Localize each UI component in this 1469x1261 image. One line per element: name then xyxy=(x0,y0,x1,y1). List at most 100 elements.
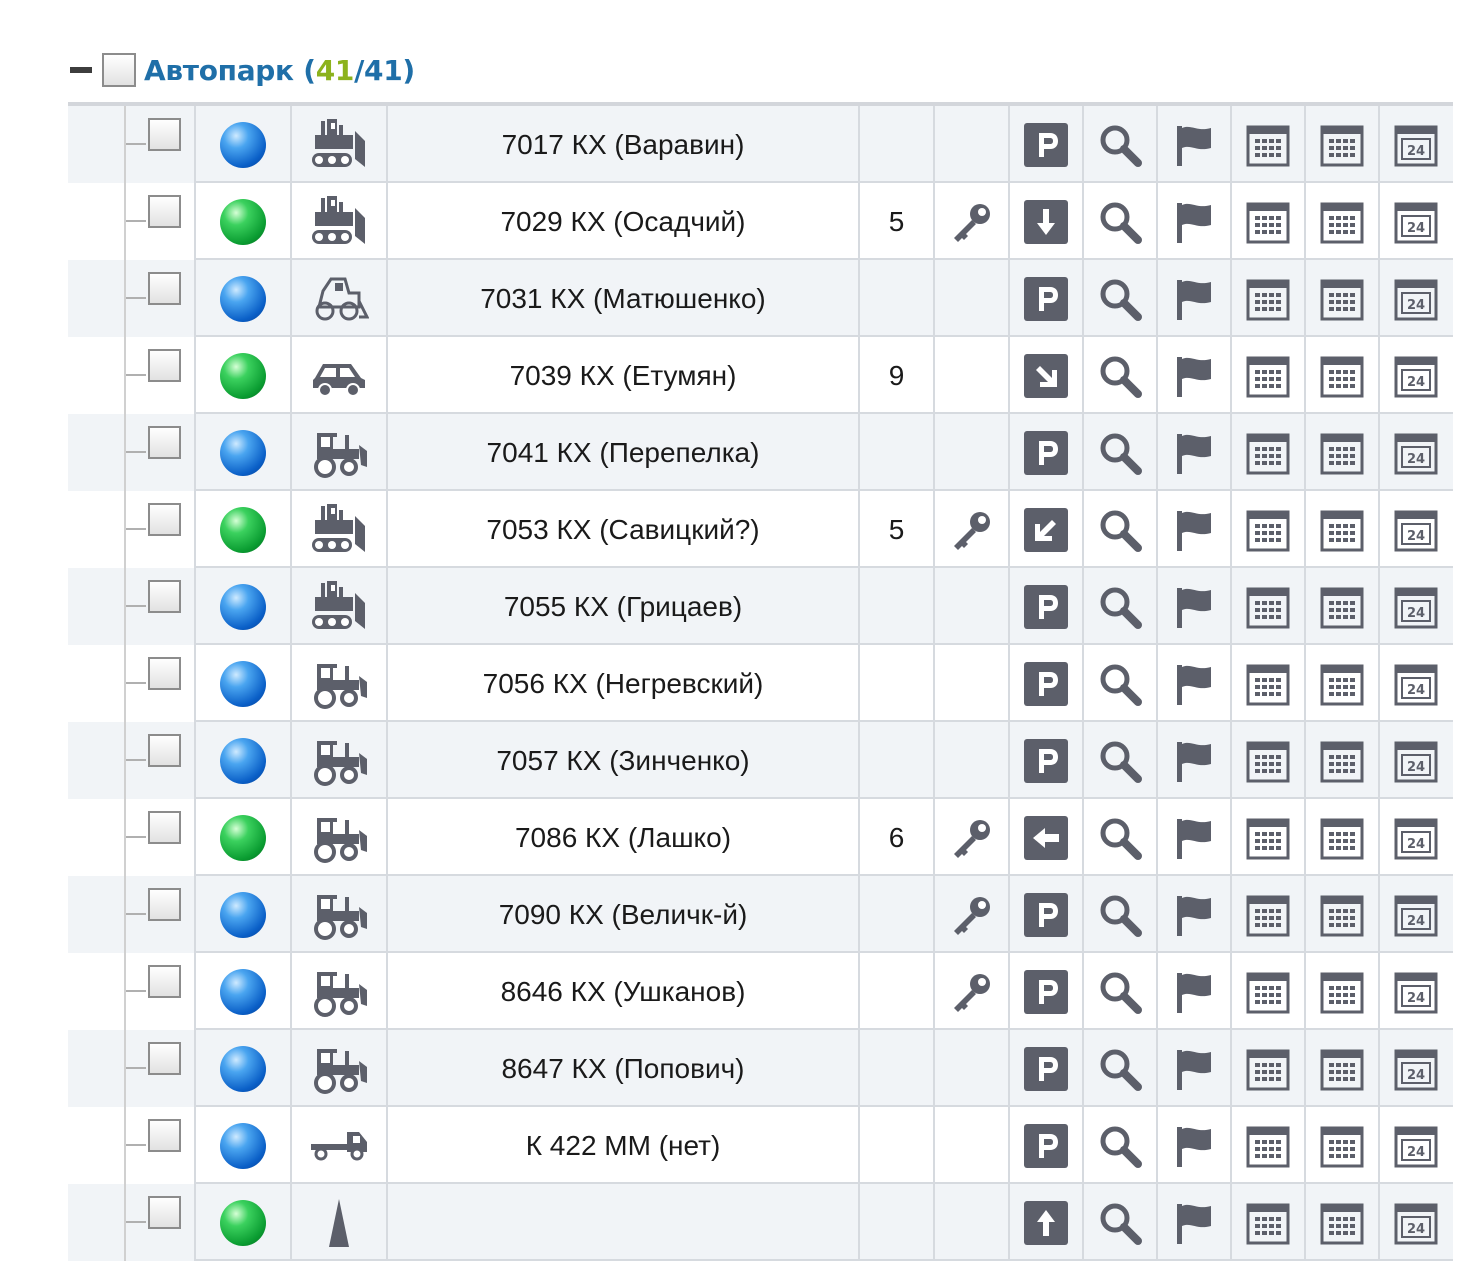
table-row[interactable]: 8647 КХ (Попович) 24 xyxy=(68,1030,1453,1107)
arrow-down-icon[interactable] xyxy=(1024,199,1068,244)
table-row[interactable]: К 422 ММ (нет) 24 xyxy=(68,1107,1453,1184)
table-row[interactable]: 7056 КХ (Негревский) 24 xyxy=(68,645,1453,722)
calendar-grid-icon[interactable] xyxy=(1319,1123,1365,1169)
vehicle-name[interactable]: 7086 КХ (Лашко) xyxy=(386,799,858,876)
vehicle-name[interactable]: 7057 КХ (Зинченко) xyxy=(386,722,858,799)
parking-icon[interactable] xyxy=(1024,122,1068,167)
row-checkbox[interactable] xyxy=(148,657,181,690)
vehicle-name[interactable]: 7055 КХ (Грицаев) xyxy=(386,568,858,645)
search-icon[interactable] xyxy=(1097,276,1143,322)
calendar-24-icon[interactable]: 24 xyxy=(1393,1200,1439,1246)
calendar-grid-icon[interactable] xyxy=(1245,892,1291,938)
flag-icon[interactable] xyxy=(1171,1123,1217,1169)
calendar-24-icon[interactable]: 24 xyxy=(1393,199,1439,245)
calendar-24-icon[interactable]: 24 xyxy=(1393,122,1439,168)
calendar-grid-icon[interactable] xyxy=(1245,122,1291,168)
table-row[interactable]: 8646 КХ (Ушканов) 24 xyxy=(68,953,1453,1030)
table-row[interactable]: 7031 КХ (Матюшенко) 24 xyxy=(68,260,1453,337)
calendar-grid-icon[interactable] xyxy=(1245,1046,1291,1092)
arrow-up-icon[interactable] xyxy=(1024,1200,1068,1245)
calendar-grid-icon[interactable] xyxy=(1319,507,1365,553)
search-icon[interactable] xyxy=(1097,430,1143,476)
vehicle-name[interactable]: 8647 КХ (Попович) xyxy=(386,1030,858,1107)
parking-icon[interactable] xyxy=(1024,738,1068,783)
vehicle-name[interactable]: 7039 КХ (Етумян) xyxy=(386,337,858,414)
vehicle-name[interactable]: 7029 КХ (Осадчий) xyxy=(386,183,858,260)
calendar-grid-icon[interactable] xyxy=(1319,199,1365,245)
table-row[interactable]: 24 xyxy=(68,1184,1453,1261)
table-row[interactable]: 7029 КХ (Осадчий) 5 24 xyxy=(68,183,1453,260)
calendar-grid-icon[interactable] xyxy=(1245,815,1291,861)
calendar-grid-icon[interactable] xyxy=(1319,738,1365,784)
calendar-grid-icon[interactable] xyxy=(1245,507,1291,553)
search-icon[interactable] xyxy=(1097,1046,1143,1092)
search-icon[interactable] xyxy=(1097,199,1143,245)
calendar-24-icon[interactable]: 24 xyxy=(1393,1123,1439,1169)
calendar-grid-icon[interactable] xyxy=(1319,276,1365,322)
calendar-grid-icon[interactable] xyxy=(1319,661,1365,707)
calendar-24-icon[interactable]: 24 xyxy=(1393,584,1439,630)
parking-icon[interactable] xyxy=(1024,584,1068,629)
calendar-grid-icon[interactable] xyxy=(1245,738,1291,784)
table-row[interactable]: 7090 КХ (Величк-й) 24 xyxy=(68,876,1453,953)
calendar-grid-icon[interactable] xyxy=(1245,1123,1291,1169)
calendar-24-icon[interactable]: 24 xyxy=(1393,661,1439,707)
parking-icon[interactable] xyxy=(1024,430,1068,475)
flag-icon[interactable] xyxy=(1171,969,1217,1015)
row-checkbox[interactable] xyxy=(148,195,181,228)
calendar-24-icon[interactable]: 24 xyxy=(1393,353,1439,399)
calendar-24-icon[interactable]: 24 xyxy=(1393,1046,1439,1092)
calendar-grid-icon[interactable] xyxy=(1245,1200,1291,1246)
flag-icon[interactable] xyxy=(1171,738,1217,784)
calendar-grid-icon[interactable] xyxy=(1319,892,1365,938)
search-icon[interactable] xyxy=(1097,661,1143,707)
flag-icon[interactable] xyxy=(1171,430,1217,476)
arrow-left-icon[interactable] xyxy=(1024,815,1068,860)
vehicle-name[interactable]: 7056 КХ (Негревский) xyxy=(386,645,858,722)
vehicle-name[interactable]: 8646 КХ (Ушканов) xyxy=(386,953,858,1030)
row-checkbox[interactable] xyxy=(148,118,181,151)
table-row[interactable]: 7017 КХ (Варавин) 24 xyxy=(68,106,1453,183)
vehicle-name[interactable]: К 422 ММ (нет) xyxy=(386,1107,858,1184)
row-checkbox[interactable] xyxy=(148,272,181,305)
flag-icon[interactable] xyxy=(1171,815,1217,861)
vehicle-name[interactable]: 7017 КХ (Варавин) xyxy=(386,106,858,183)
calendar-grid-icon[interactable] xyxy=(1245,584,1291,630)
flag-icon[interactable] xyxy=(1171,507,1217,553)
calendar-grid-icon[interactable] xyxy=(1245,430,1291,476)
group-title[interactable]: Автопарк (41/41) xyxy=(144,54,415,87)
calendar-grid-icon[interactable] xyxy=(1319,584,1365,630)
vehicle-name[interactable]: 7031 КХ (Матюшенко) xyxy=(386,260,858,337)
group-checkbox[interactable] xyxy=(102,53,136,87)
calendar-grid-icon[interactable] xyxy=(1319,969,1365,1015)
row-checkbox[interactable] xyxy=(148,1042,181,1075)
row-checkbox[interactable] xyxy=(148,888,181,921)
parking-icon[interactable] xyxy=(1024,969,1068,1014)
table-row[interactable]: 7053 КХ (Савицкий?) 5 24 xyxy=(68,491,1453,568)
search-icon[interactable] xyxy=(1097,507,1143,553)
calendar-grid-icon[interactable] xyxy=(1319,1046,1365,1092)
parking-icon[interactable] xyxy=(1024,892,1068,937)
parking-icon[interactable] xyxy=(1024,661,1068,706)
row-checkbox[interactable] xyxy=(148,811,181,844)
table-row[interactable]: 7055 КХ (Грицаев) 24 xyxy=(68,568,1453,645)
calendar-24-icon[interactable]: 24 xyxy=(1393,430,1439,476)
table-row[interactable]: 7057 КХ (Зинченко) 24 xyxy=(68,722,1453,799)
calendar-grid-icon[interactable] xyxy=(1319,122,1365,168)
calendar-24-icon[interactable]: 24 xyxy=(1393,892,1439,938)
flag-icon[interactable] xyxy=(1171,353,1217,399)
flag-icon[interactable] xyxy=(1171,892,1217,938)
table-row[interactable]: 7039 КХ (Етумян) 9 24 xyxy=(68,337,1453,414)
flag-icon[interactable] xyxy=(1171,1046,1217,1092)
search-icon[interactable] xyxy=(1097,584,1143,630)
parking-icon[interactable] xyxy=(1024,276,1068,321)
search-icon[interactable] xyxy=(1097,738,1143,784)
arrow-down-right-icon[interactable] xyxy=(1024,353,1068,398)
flag-icon[interactable] xyxy=(1171,584,1217,630)
calendar-grid-icon[interactable] xyxy=(1245,353,1291,399)
row-checkbox[interactable] xyxy=(148,1119,181,1152)
arrow-down-left-icon[interactable] xyxy=(1024,507,1068,552)
row-checkbox[interactable] xyxy=(148,1196,181,1229)
row-checkbox[interactable] xyxy=(148,349,181,382)
row-checkbox[interactable] xyxy=(148,965,181,998)
